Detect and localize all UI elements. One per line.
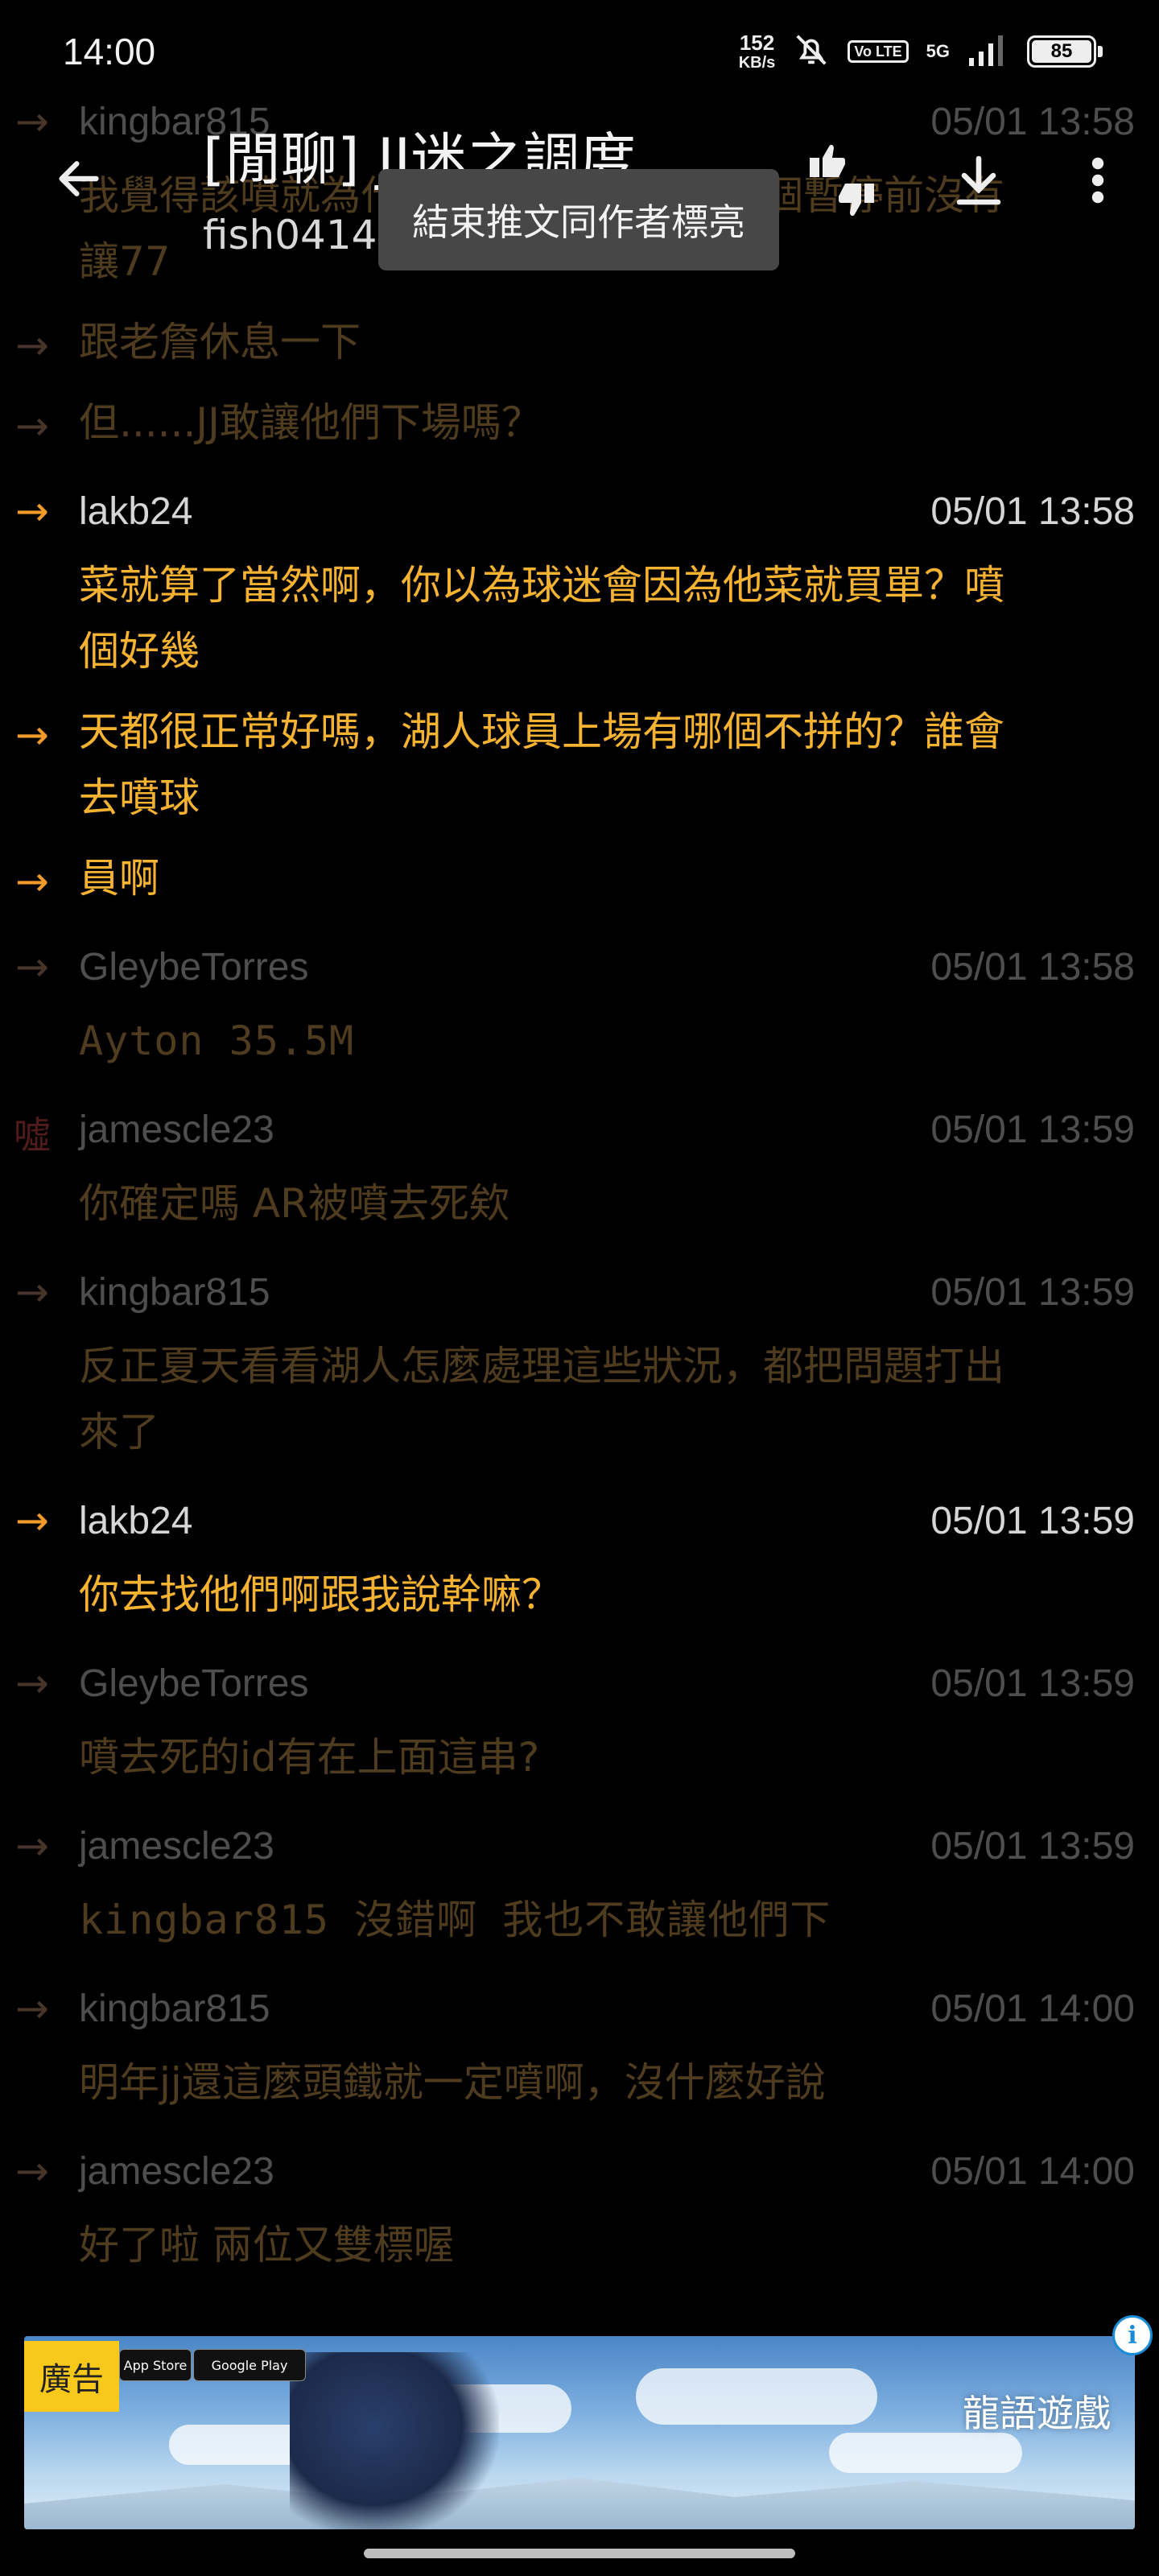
comment-text: 跟老詹休息一下 [79,319,361,365]
comment-time: 05/01 14:00 [930,2149,1135,2193]
arrow-tag: → [15,488,49,535]
comment-user[interactable]: lakb24 [79,489,192,534]
comment-row[interactable]: → 天都很正常好嗎，湖人球員上場有哪個不拼的？誰會 去噴球 [0,699,1159,831]
comment-text: 去噴球 [79,774,200,821]
comment-header: kingbar815 05/01 13:59 [79,1251,1135,1333]
arrow-tag: → [15,1823,49,1869]
comment-header: GleybeTorres 05/01 13:59 [79,1642,1135,1724]
arrow-tag: → [15,2148,49,2194]
comment-text: 個好幾 [79,628,200,675]
thumbs-up-down-icon [810,144,874,217]
network-speed: 152 KB/s [739,32,776,71]
comment-user[interactable]: GleybeTorres [79,1662,308,1706]
comment-text: 菜就算了當然啊，你以為球迷會因為他菜就買單？噴 [79,562,1004,609]
arrow-tag: → [15,1660,49,1707]
more-options-button[interactable] [1059,142,1136,219]
comment-list[interactable]: →kingbar81505/01 13:58我覺得該噴就為什麼上一場第四節第一個… [0,80,1159,2293]
comment-time: 05/01 13:58 [930,945,1135,989]
comment-user[interactable]: GleybeTorres [79,945,308,989]
comment-row[interactable]: → GleybeTorres 05/01 13:59 噴去死的id有在上面這串? [0,1642,1159,1790]
arrow-tag: → [15,1497,49,1544]
download-icon [956,155,1001,205]
battery-icon: 85 [1027,35,1103,68]
download-button[interactable] [940,142,1017,219]
comment-row[interactable]: → kingbar815 05/01 14:00 明年jj還這麼頭鐵就一定噴啊，沒什麼… [0,1967,1159,2116]
comment-time: 05/01 13:59 [930,1108,1135,1151]
signal-icon [967,34,1009,69]
back-button[interactable] [50,150,108,208]
comment-time: 05/01 13:59 [930,1499,1135,1542]
more-vertical-icon [1091,157,1104,204]
comment-row[interactable]: → 跟老詹休息一下 [0,309,1159,375]
clock: 14:00 [63,31,156,72]
comment-row[interactable]: → kingbar815 05/01 13:59 反正夏天看看湖人怎麼處理這些狀況，都… [0,1251,1159,1465]
arrow-tag: → [15,322,49,369]
comment-time: 05/01 13:58 [930,489,1135,533]
ad-character-image [290,2352,499,2529]
arrow-tag: → [15,858,49,905]
comment-user[interactable]: jamescle23 [79,1824,274,1868]
comment-text: 明年jj還這麼頭鐵就一定噴啊，沒什麼好說 [79,2059,826,2106]
arrow-tag: → [15,1269,49,1315]
comment-text: 好了啦 兩位又雙標喔 [79,2222,454,2268]
comment-text: 反正夏天看看湖人怎麼處理這些狀況，都把問題打出 [79,1343,1004,1389]
arrow-tag: → [15,943,49,990]
ad-label: 廣告 [24,2341,119,2412]
comment-row[interactable]: 噓 jamescle23 05/01 13:59 你確定嗎 AR被噴去死欸 [0,1088,1159,1236]
comment-user[interactable]: kingbar815 [79,1270,270,1315]
network-type: 5G [926,41,950,61]
volte-icon: Vo LTE [848,40,909,63]
battery-level: 85 [1032,40,1091,63]
app-store-badge[interactable]: App Store [119,2349,192,2381]
comment-header: lakb24 05/01 13:59 [79,1480,1135,1562]
comment-row[interactable]: → lakb24 05/01 13:59 你去找他們啊跟我說幹嘛？ [0,1480,1159,1628]
comment-header: jamescle23 05/01 13:59 [79,1805,1135,1887]
arrow-tag: → [15,712,49,758]
network-speed-unit: KB/s [738,54,776,72]
comment-row[interactable]: → GleybeTorres 05/01 13:58 Ayton 35.5M [0,926,1159,1074]
comment-header: lakb24 05/01 13:58 [79,470,1135,552]
comment-header: kingbar815 05/01 14:00 [79,1967,1135,2050]
comment-time: 05/01 13:59 [930,1270,1135,1314]
mute-bell-icon [793,31,830,72]
comment-time: 05/01 13:59 [930,1662,1135,1705]
comment-row[interactable]: → lakb24 05/01 13:58 菜就算了當然啊，你以為球迷會因為他菜就買單？… [0,470,1159,684]
comment-header: GleybeTorres 05/01 13:58 [79,926,1135,1008]
google-play-badge[interactable]: Google Play [193,2349,306,2381]
comment-text: kingbar815 沒錯啊 我也不敢讓他們下 [79,1897,831,1943]
status-bar: 14:00 152 KB/s Vo LTE 5G 85 [0,0,1159,103]
comment-time: 05/01 14:00 [930,1987,1135,2030]
comment-row[interactable]: → jamescle23 05/01 14:00 好了啦 兩位又雙標喔 [0,2130,1159,2278]
tooltip: 結束推文同作者標亮 [378,169,779,270]
highlight-author-button[interactable] [803,142,881,219]
ad-banner[interactable]: App Store Google Play 龍語遊戲 [24,2336,1135,2529]
comment-row[interactable]: → 但......JJ敢讓他們下場嗎？ [0,390,1159,456]
comment-text: 你去找他們啊跟我說幹嘛？ [79,1571,562,1618]
comment-user[interactable]: kingbar815 [79,1987,270,2031]
boo-tag: 噓 [14,1113,51,1157]
back-arrow-icon [59,161,99,196]
comment-row[interactable]: → jamescle23 05/01 13:59 kingbar815 沒錯啊 我也不… [0,1805,1159,1953]
comment-row[interactable]: → 員啊 [0,845,1159,911]
comment-header: jamescle23 05/01 14:00 [79,2130,1135,2212]
ad-info-icon[interactable]: i [1112,2315,1153,2355]
comment-user[interactable]: jamescle23 [79,2149,274,2194]
comment-text: 天都很正常好嗎，湖人球員上場有哪個不拼的？誰會 [79,708,1004,755]
comment-text: Ayton 35.5M [79,1018,355,1064]
ad-brand-logo: 龍語遊戲 [963,2392,1111,2435]
comment-text: 來了 [79,1409,159,1455]
gesture-nav-bar[interactable] [364,2549,795,2558]
comment-text: 你確定嗎 AR被噴去死欸 [79,1180,509,1227]
comment-user[interactable]: jamescle23 [79,1108,274,1152]
network-speed-value: 152 [739,31,775,55]
comment-header: jamescle23 05/01 13:59 [79,1088,1135,1170]
arrow-tag: → [15,1985,49,2032]
comment-text: 但......JJ敢讓他們下場嗎？ [79,399,542,446]
comment-user[interactable]: lakb24 [79,1499,192,1543]
comment-text: 噴去死的id有在上面這串? [79,1734,540,1781]
arrow-tag: → [15,402,49,449]
comment-text: 員啊 [79,855,159,902]
comment-time: 05/01 13:59 [930,1824,1135,1868]
